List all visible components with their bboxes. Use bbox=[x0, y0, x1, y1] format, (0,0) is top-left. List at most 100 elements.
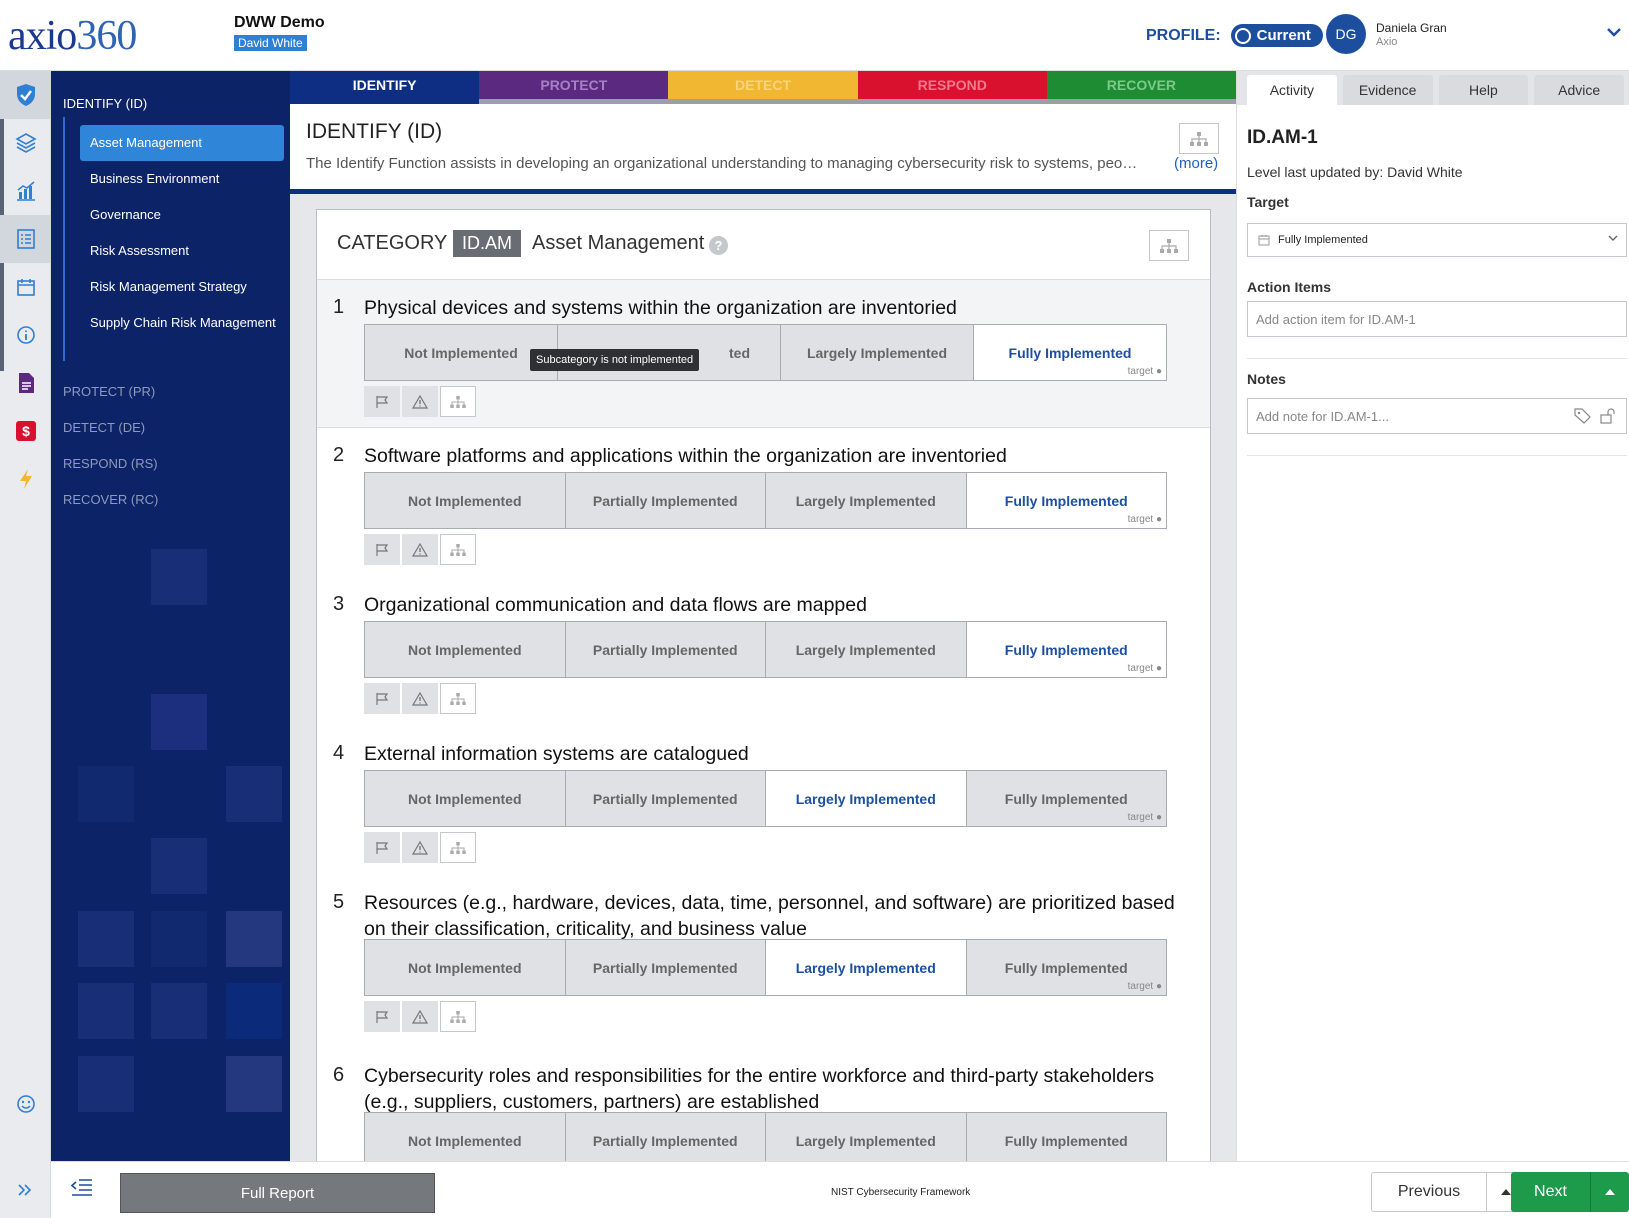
flag-icon[interactable] bbox=[364, 534, 400, 565]
level-fully-implemented[interactable]: Fully Implemented target ● bbox=[966, 473, 1166, 528]
target-select[interactable]: Fully Implemented bbox=[1247, 223, 1627, 257]
level-largely-implemented[interactable]: Largely Implemented bbox=[766, 622, 967, 677]
level-partially-implemented[interactable]: Partially Implemented bbox=[565, 622, 766, 677]
hierarchy-icon[interactable] bbox=[440, 683, 476, 714]
hierarchy-icon[interactable] bbox=[1149, 230, 1189, 261]
layers-icon[interactable] bbox=[0, 119, 51, 167]
dollar-icon[interactable]: $ bbox=[0, 407, 51, 455]
next-button[interactable]: Next bbox=[1511, 1172, 1629, 1212]
bg-decoration bbox=[151, 549, 207, 605]
nav-item-risk-assessment[interactable]: Risk Assessment bbox=[80, 233, 284, 269]
level-fully-implemented[interactable]: Fully Implemented target ● bbox=[966, 771, 1166, 826]
note-input[interactable]: Add note for ID.AM-1... bbox=[1247, 398, 1627, 434]
level-fully-implemented[interactable]: Fully Implemented target ● bbox=[974, 325, 1166, 380]
flag-icon[interactable] bbox=[364, 1001, 400, 1032]
warning-icon[interactable] bbox=[402, 832, 438, 863]
divider bbox=[1247, 455, 1627, 456]
nav-item-business-environment[interactable]: Business Environment bbox=[80, 161, 284, 197]
subcategory-actions bbox=[364, 683, 476, 714]
level-largely-implemented[interactable]: Largely Implemented bbox=[781, 325, 974, 380]
tab-help[interactable]: Help bbox=[1438, 75, 1529, 105]
hierarchy-icon[interactable] bbox=[440, 386, 476, 417]
warning-icon[interactable] bbox=[402, 534, 438, 565]
level-largely-implemented[interactable]: Largely Implemented bbox=[766, 473, 967, 528]
level-partially-implemented[interactable]: Partially Implemented bbox=[565, 473, 766, 528]
level-label: Partially Implemented bbox=[592, 1132, 738, 1149]
hierarchy-icon[interactable] bbox=[1179, 123, 1219, 154]
flag-icon[interactable] bbox=[364, 386, 400, 417]
chevron-down-icon[interactable] bbox=[1607, 27, 1621, 37]
flag-icon[interactable] bbox=[364, 832, 400, 863]
bg-decoration bbox=[226, 766, 282, 822]
nav-function-recover[interactable]: RECOVER (RC) bbox=[63, 492, 158, 507]
flag-icon[interactable] bbox=[364, 683, 400, 714]
level-partially-implemented[interactable]: Partially Implemented bbox=[565, 940, 766, 995]
bg-decoration bbox=[78, 1056, 134, 1112]
warning-icon[interactable] bbox=[402, 683, 438, 714]
tab-protect[interactable]: PROTECT bbox=[479, 71, 669, 104]
level-partially-implemented[interactable]: Partially Implemented bbox=[565, 771, 766, 826]
hierarchy-icon[interactable] bbox=[440, 832, 476, 863]
unlock-icon[interactable] bbox=[1600, 408, 1616, 424]
nav-item-governance[interactable]: Governance bbox=[80, 197, 284, 233]
nav-item-supply-chain-risk-management[interactable]: Supply Chain Risk Management bbox=[80, 305, 284, 341]
tab-identify[interactable]: IDENTIFY bbox=[290, 71, 480, 104]
action-item-input[interactable]: Add action item for ID.AM-1 bbox=[1247, 301, 1627, 337]
caret-up-icon[interactable] bbox=[1591, 1172, 1629, 1212]
tab-advice[interactable]: Advice bbox=[1534, 75, 1624, 105]
level-largely-implemented[interactable]: Largely Implemented bbox=[766, 771, 967, 826]
level-fully-implemented[interactable]: Fully Implemented target ● bbox=[966, 622, 1166, 677]
level-not-implemented[interactable]: Not Implemented bbox=[365, 622, 566, 677]
subcategory-text: Physical devices and systems within the … bbox=[364, 297, 957, 319]
level-largely-implemented[interactable]: Largely Implemented bbox=[766, 1113, 967, 1161]
profile-toggle[interactable]: Current bbox=[1230, 24, 1323, 47]
tab-evidence[interactable]: Evidence bbox=[1342, 75, 1433, 105]
tag-icon[interactable] bbox=[1574, 408, 1592, 424]
subcategory-actions bbox=[364, 832, 476, 863]
notes-label: Notes bbox=[1247, 371, 1286, 387]
help-icon[interactable]: ? bbox=[709, 236, 728, 255]
nav-function-protect[interactable]: PROTECT (PR) bbox=[63, 384, 155, 399]
nav-item-risk-management-strategy[interactable]: Risk Management Strategy bbox=[80, 269, 284, 305]
level-not-implemented[interactable]: Not Implemented bbox=[365, 1113, 566, 1161]
category-card: CATEGORY ID.AM Asset Management ? 1 Physi… bbox=[316, 209, 1211, 1161]
info-icon[interactable] bbox=[0, 311, 51, 359]
document-icon[interactable] bbox=[0, 359, 51, 407]
double-chevron-icon[interactable] bbox=[0, 1161, 51, 1218]
level-label: Not Implemented bbox=[407, 790, 522, 807]
nav-function-respond[interactable]: RESPOND (RS) bbox=[63, 456, 158, 471]
user-name[interactable]: Daniela Gran bbox=[1376, 21, 1447, 35]
tab-respond[interactable]: RESPOND bbox=[857, 71, 1047, 104]
previous-button[interactable]: Previous bbox=[1371, 1172, 1526, 1212]
level-not-implemented[interactable]: Not Implemented bbox=[365, 473, 566, 528]
calendar-icon[interactable] bbox=[0, 263, 51, 311]
tab-activity[interactable]: Activity bbox=[1247, 75, 1337, 105]
axio360-logo[interactable]: axio360 bbox=[8, 13, 137, 59]
nav-item-asset-management[interactable]: Asset Management bbox=[80, 125, 284, 161]
warning-icon[interactable] bbox=[402, 386, 438, 417]
level-largely-implemented[interactable]: Largely Implemented bbox=[766, 940, 967, 995]
logo-number: 360 bbox=[76, 13, 137, 59]
hierarchy-icon[interactable] bbox=[440, 534, 476, 565]
smiley-icon[interactable] bbox=[0, 1080, 51, 1128]
level-not-implemented[interactable]: Not Implemented bbox=[365, 771, 566, 826]
shield-check-icon[interactable] bbox=[0, 71, 51, 119]
level-not-implemented[interactable]: Not Implemented bbox=[365, 940, 566, 995]
hierarchy-icon[interactable] bbox=[440, 1001, 476, 1032]
level-fully-implemented[interactable]: Fully Implemented target ● bbox=[966, 940, 1166, 995]
more-link[interactable]: (more) bbox=[1174, 155, 1218, 172]
subcategory-text: Resources (e.g., hardware, devices, data… bbox=[364, 892, 1175, 940]
level-fully-implemented[interactable]: Fully Implemented bbox=[966, 1113, 1166, 1161]
avatar[interactable]: DG bbox=[1326, 14, 1366, 54]
full-report-button[interactable]: Full Report bbox=[120, 1173, 435, 1213]
warning-icon[interactable] bbox=[402, 1001, 438, 1032]
nav-function-detect[interactable]: DETECT (DE) bbox=[63, 420, 145, 435]
indent-icon[interactable] bbox=[71, 1178, 93, 1196]
checklist-icon[interactable] bbox=[0, 215, 51, 263]
chart-icon[interactable] bbox=[0, 167, 51, 215]
nav-function-identify[interactable]: IDENTIFY (ID) bbox=[63, 96, 147, 111]
level-partially-implemented[interactable]: Partially Implemented bbox=[565, 1113, 766, 1161]
lightning-icon[interactable] bbox=[0, 455, 51, 503]
tab-detect[interactable]: DETECT bbox=[668, 71, 858, 104]
tab-recover[interactable]: RECOVER bbox=[1046, 71, 1237, 104]
